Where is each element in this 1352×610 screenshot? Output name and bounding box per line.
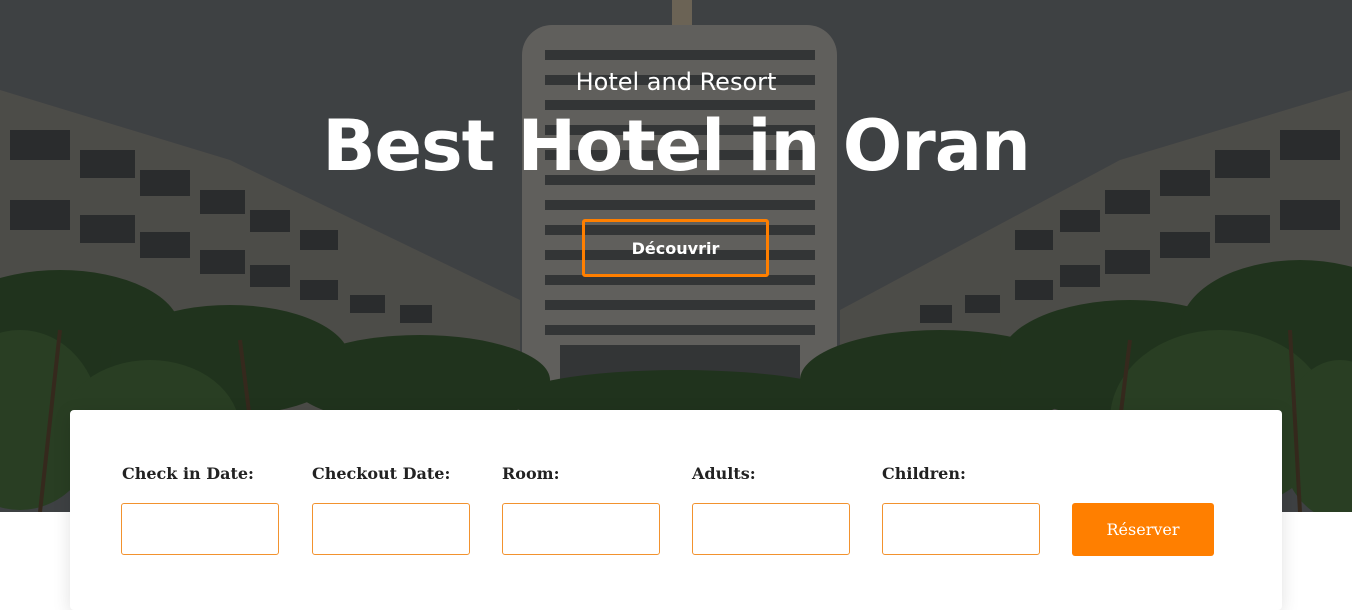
- reserve-button[interactable]: Réserver: [1072, 503, 1214, 556]
- check-in-date-input[interactable]: [121, 503, 279, 555]
- hero-subtitle: Hotel and Resort: [575, 68, 777, 96]
- children-input[interactable]: [882, 503, 1040, 555]
- checkout-date-input[interactable]: [312, 503, 470, 555]
- room-input[interactable]: [502, 503, 660, 555]
- checkout-date-label: Checkout Date:: [312, 464, 451, 483]
- check-in-date-label: Check in Date:: [122, 464, 254, 483]
- booking-form: Check in Date: Checkout Date: Room: Adul…: [70, 410, 1282, 610]
- adults-input[interactable]: [692, 503, 850, 555]
- children-label: Children:: [882, 464, 966, 483]
- discover-button[interactable]: Découvrir: [582, 219, 769, 277]
- room-label: Room:: [502, 464, 560, 483]
- adults-label: Adults:: [692, 464, 756, 483]
- hero-title: Best Hotel in Oran: [322, 105, 1031, 187]
